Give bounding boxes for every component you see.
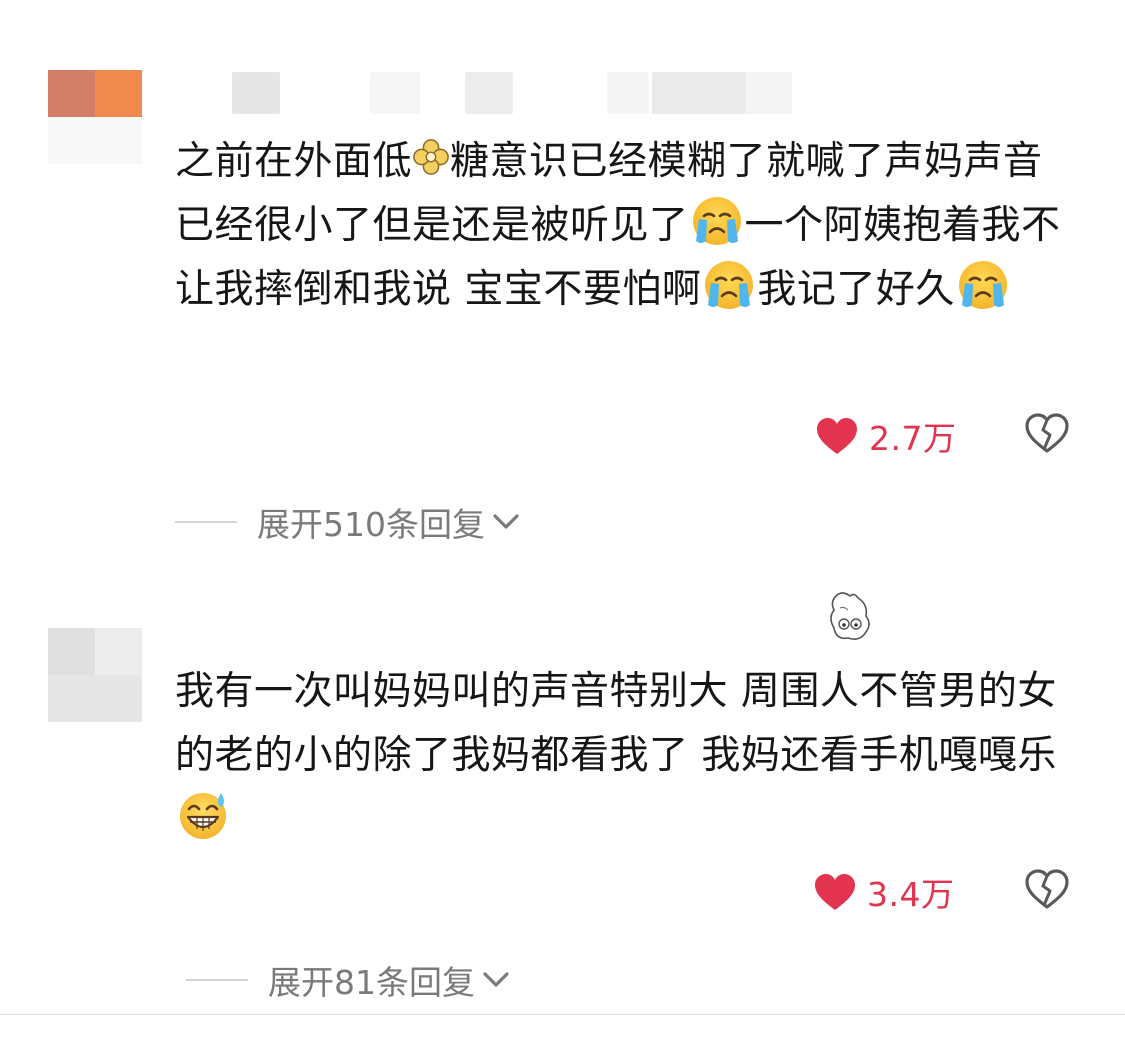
broken-heart-icon <box>1025 413 1069 453</box>
heart-icon <box>815 874 855 910</box>
comment-text-segment: 之前在外面低 <box>175 139 413 184</box>
like-count: 2.7万 <box>869 419 957 458</box>
comment-text-segment: 我有一次叫妈妈叫的声音特别大 周围人不管男的女的老的小的除了我妈都看我了 我妈还… <box>175 669 1057 778</box>
chevron-down-icon <box>483 972 509 987</box>
comment-text: 之前在外面低 糖意识已经模糊了就喊了声妈声音已经很小了但是还是被听见了 一个阿姨… <box>175 130 1080 322</box>
comment-section: 之前在外面低 糖意识已经模糊了就喊了声妈声音已经很小了但是还是被听见了 一个阿姨… <box>0 0 1125 1038</box>
grinning-sweat-face-icon <box>177 789 229 841</box>
avatar[interactable] <box>48 628 142 722</box>
expand-replies-button[interactable]: 展开510条回复 <box>175 498 521 546</box>
dislike-button[interactable] <box>1024 868 1070 914</box>
crying-face-icon <box>691 195 743 247</box>
bottom-divider <box>0 1014 1125 1015</box>
chevron-down-icon <box>493 514 519 529</box>
heart-icon <box>817 418 857 454</box>
divider-line <box>186 979 248 981</box>
crying-face-icon <box>957 259 1009 311</box>
like-count: 3.4万 <box>867 875 955 914</box>
crying-face-icon <box>703 259 755 311</box>
avatar[interactable] <box>48 70 142 164</box>
expand-replies-label: 展开81条回复 <box>268 963 475 1002</box>
expand-replies-label: 展开510条回复 <box>257 505 485 544</box>
comment-text: 我有一次叫妈妈叫的声音特别大 周围人不管男的女的老的小的除了我妈都看我了 我妈还… <box>175 660 1080 852</box>
broken-heart-icon <box>1025 869 1069 909</box>
flower-sticker-icon <box>412 138 450 176</box>
comment-text-segment: 我记了好久 <box>757 267 955 312</box>
like-button[interactable]: 2.7万 <box>815 412 956 460</box>
divider-line <box>175 521 237 523</box>
like-button[interactable]: 3.4万 <box>813 868 954 916</box>
ghost-sticker-icon <box>830 592 870 640</box>
expand-replies-button[interactable]: 展开81条回复 <box>186 956 511 1004</box>
dislike-button[interactable] <box>1024 412 1070 458</box>
